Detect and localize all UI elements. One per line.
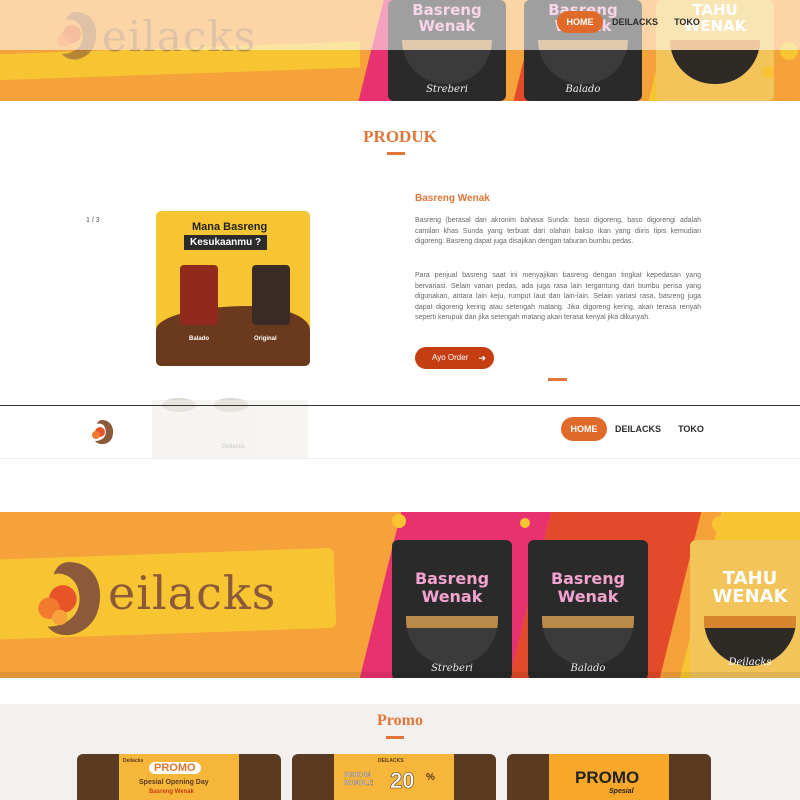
produk-title: PRODUK [363,127,437,146]
promo-sub2: Basreng Wenak [149,789,194,795]
image-headline: Mana Basreng [192,221,268,233]
pack-flavor: Balado [565,84,601,95]
decor-dot [392,514,406,528]
ghost-label: Deilacks [222,444,245,450]
nav-deilacks[interactable]: DEILACKS [615,417,661,441]
nav-deilacks[interactable]: DEILACKS [612,11,658,33]
bag-balado [180,265,218,325]
nav-bottom-border [0,458,800,459]
nav-home[interactable]: HOME [557,11,603,33]
promo-value: 20 [390,768,415,794]
promo-card[interactable]: PROMO Spesial [507,754,711,800]
promo-card[interactable]: Deilacks PROMO Spesial Opening Day Basre… [77,754,281,800]
promo-title: Promo [377,712,423,729]
product-image-card: Mana Basreng Kesukaanmu ? Balado Origina… [156,211,310,366]
hero-banner: eilacks Basreng Wenak Streberi Basreng Wen… [0,512,800,678]
bowl-image [406,616,498,666]
slide-indicator[interactable] [548,378,567,381]
product-description-2: Para penjual basreng saat ini menyajikan… [415,272,701,321]
promo-sub: Spesial [609,788,634,795]
ghost-product-card: Deilacks [152,400,308,458]
title-underline [387,152,405,155]
promo-headline: PROMO [149,762,201,774]
bowl-image [542,616,634,666]
sticky-navbar: HOME DEILACKS TOKO [0,0,800,50]
product-pack: BasrengWenak Balado [528,540,648,678]
squirrel-logo-icon[interactable] [88,418,116,446]
bag-original [252,265,290,325]
hero-banner-top: eilacks BasrengWenak Streberi BasrengWen… [0,0,800,101]
decor-dot [762,66,774,78]
product-pack: BasrengWenak Streberi [392,540,512,678]
promo-brand: Deilacks [123,758,144,764]
squirrel-logo-icon [38,562,101,636]
promo-card[interactable]: DEILACKS DISKON BUNDLE 20 % [292,754,496,800]
promo-headline: DISKON BUNDLE [344,772,374,787]
brand-name: eilacks [108,566,277,620]
nav-home[interactable]: HOME [561,417,607,441]
promo-sub: Spesial Opening Day [139,779,209,786]
promo-brand: DEILACKS [378,758,404,764]
banner-shadow [0,672,800,678]
promo-headline: PROMO [575,768,640,787]
decor-dot [712,516,728,532]
promo-unit: % [426,772,435,783]
label-balado: Balado [189,336,210,342]
title-underline [386,736,404,739]
decor-dot [520,518,530,528]
order-button-label: Ayo Order [432,353,469,362]
nav-toko[interactable]: TOKO [674,417,708,441]
product-pack-tahu: TAHU WENAK Deilacks [690,540,800,678]
pack-flavor: Streberi [426,84,468,95]
image-subheadline: Kesukaanmu ? [184,235,268,250]
order-button[interactable]: Ayo Order ➜ [415,347,494,369]
nav-toko[interactable]: TOKO [670,11,704,33]
slider-counter: 1 / 3 [86,217,100,224]
pack-brand: Deilacks [728,657,772,668]
product-name: Basreng Wenak [415,193,490,204]
product-description-1: Basreng (berasal dari akronim bahasa Sun… [415,217,701,245]
nav-divider [0,405,800,406]
arrow-right-icon: ➜ [478,353,486,363]
label-original: Original [254,336,277,342]
